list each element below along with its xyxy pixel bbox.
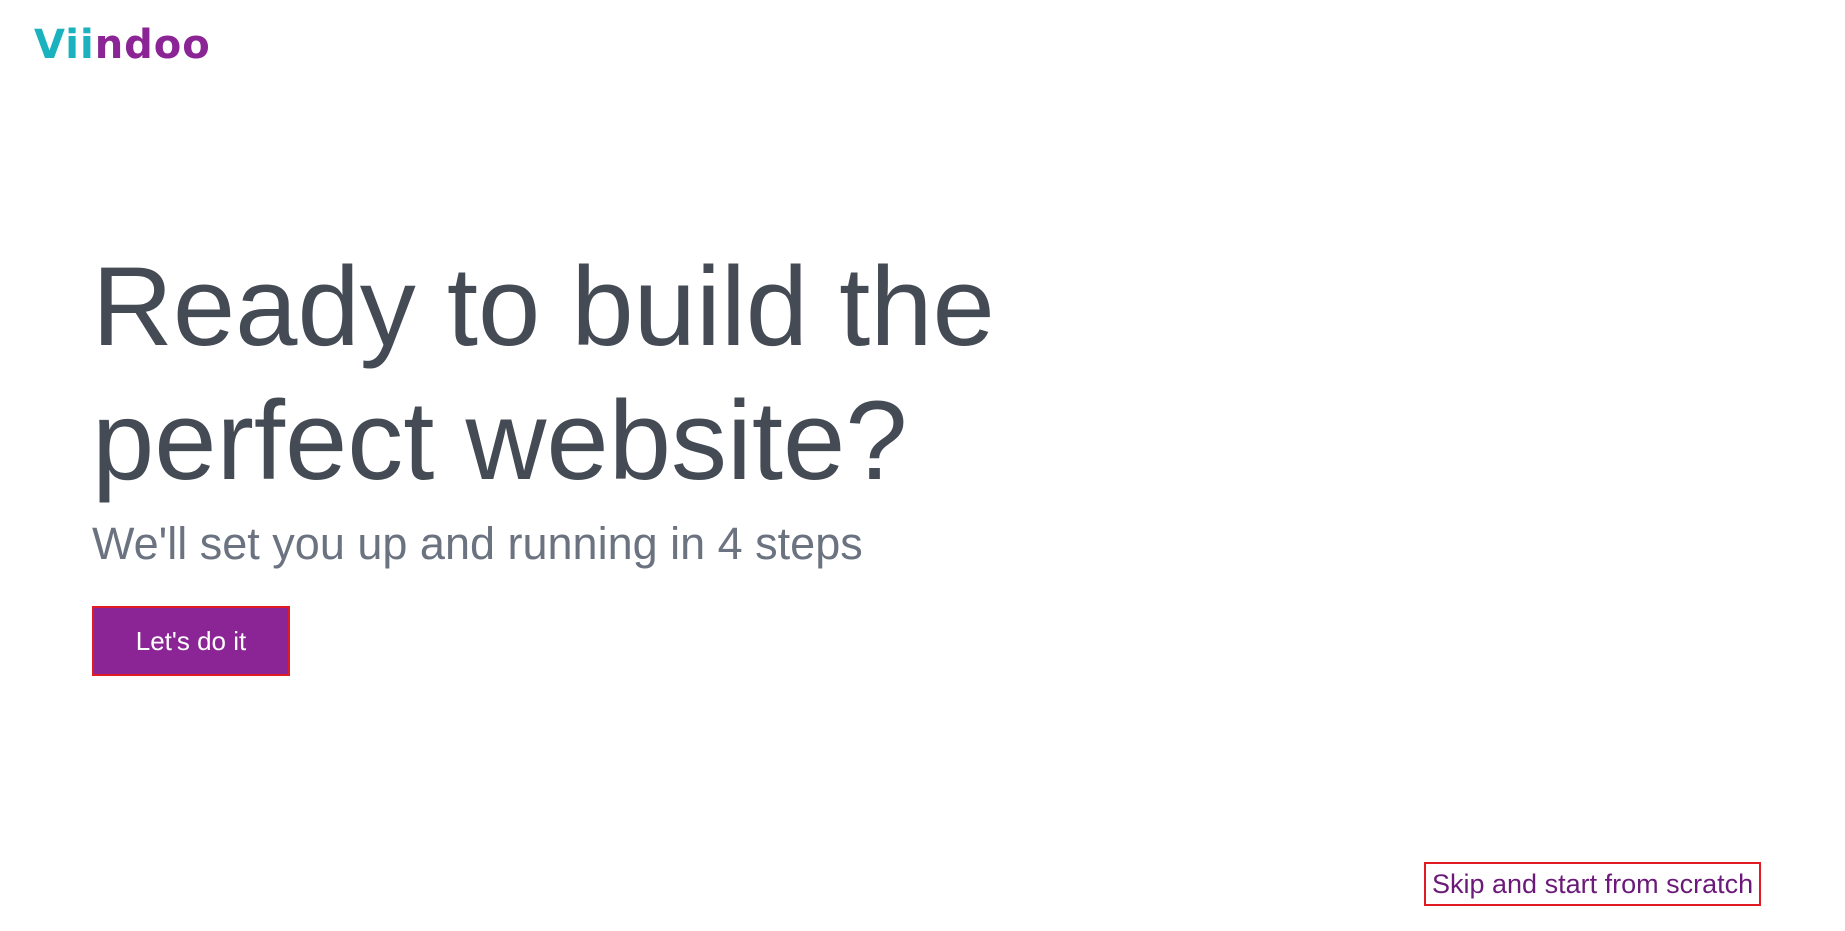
headline-line-2: perfect website?: [92, 378, 908, 504]
skip-from-scratch-link[interactable]: Skip and start from scratch: [1424, 862, 1762, 906]
website-setup-welcome: Viindoo Ready to build the perfect websi…: [0, 0, 1845, 931]
viindoo-logo: Viindoo: [34, 25, 211, 65]
lets-do-it-button[interactable]: Let's do it: [92, 606, 290, 676]
logo-text-teal: Vii: [34, 22, 95, 68]
page-title: Ready to build the perfect website?: [92, 240, 1192, 509]
logo-text-purple: ndoo: [94, 22, 211, 68]
subtitle: We'll set you up and running in 4 steps: [92, 517, 863, 569]
hero-section: Ready to build the perfect website? We'l…: [92, 240, 1192, 573]
headline-line-1: Ready to build the: [92, 244, 995, 369]
